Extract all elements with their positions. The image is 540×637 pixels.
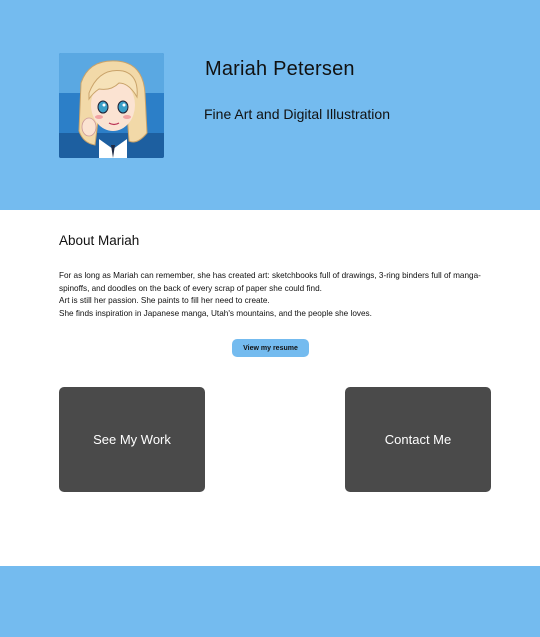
about-paragraph: She finds inspiration in Japanese manga,…: [59, 308, 372, 318]
avatar: [59, 53, 164, 158]
about-heading: About Mariah: [59, 233, 140, 248]
tagline: Fine Art and Digital Illustration: [204, 106, 390, 122]
about-paragraph: For as long as Mariah can remember, she …: [59, 271, 481, 293]
footer-banner: [0, 566, 540, 637]
contact-me-button[interactable]: Contact Me: [345, 387, 491, 492]
header-banner: Mariah Petersen Fine Art and Digital Ill…: [0, 0, 540, 210]
see-my-work-button[interactable]: See My Work: [59, 387, 205, 492]
page-title: Mariah Petersen: [205, 58, 355, 80]
about-text: For as long as Mariah can remember, she …: [59, 270, 499, 320]
view-resume-button[interactable]: View my resume: [232, 339, 309, 357]
about-paragraph: Art is still her passion. She paints to …: [59, 296, 270, 305]
portrait-illustration-icon: [59, 53, 164, 158]
